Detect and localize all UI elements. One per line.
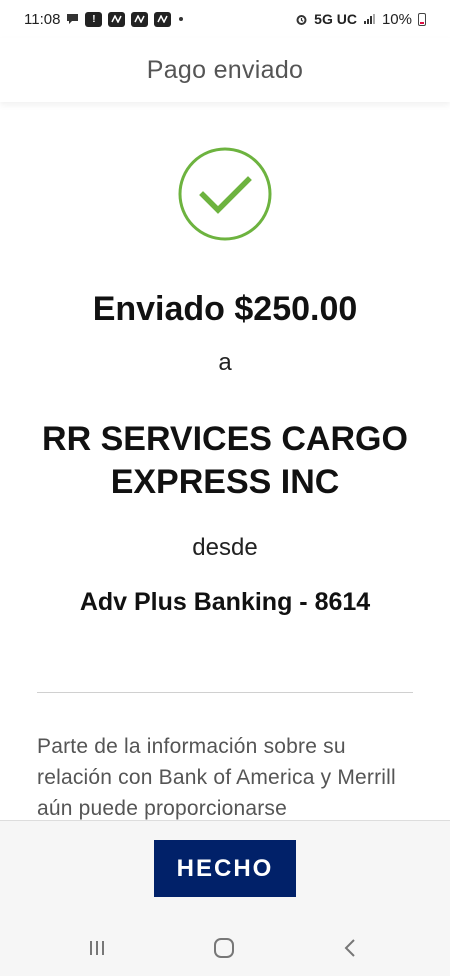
bottom-action-bar: HECHO [0, 820, 450, 920]
chat-icon [66, 13, 79, 25]
signal-icon [363, 13, 376, 25]
alarm-icon [295, 13, 308, 26]
battery-icon [418, 12, 426, 26]
app-icon [154, 11, 172, 27]
status-left: 11:08 ! [24, 10, 184, 28]
done-button[interactable]: HECHO [154, 840, 296, 897]
sent-amount: Enviado $250.00 [92, 290, 358, 328]
from-label: desde [192, 534, 258, 561]
disclaimer-text: Parte de la información sobre su relació… [37, 735, 396, 820]
app-header: Pago enviado [0, 38, 450, 102]
status-time: 11:08 [24, 10, 61, 28]
status-right: 5G UC 10% [295, 11, 426, 28]
system-nav-bar [0, 920, 450, 976]
app-icon [131, 11, 149, 27]
home-icon[interactable] [212, 936, 236, 960]
alert-icon: ! [85, 11, 103, 27]
checkmark-circle-icon [178, 147, 272, 241]
app-icon [108, 11, 126, 27]
recents-icon[interactable] [85, 936, 109, 960]
back-icon[interactable] [338, 936, 362, 960]
battery-percent: 10% [381, 10, 412, 28]
source-account: Adv Plus Banking - 8614 [79, 588, 371, 616]
more-notifications-dot [179, 17, 184, 21]
status-bar: 11:08 ! 5G UC 10% [0, 0, 450, 38]
divider [37, 692, 413, 693]
to-label: a [218, 349, 232, 376]
network-label: 5G UC [314, 11, 357, 27]
recipient-name: RR SERVICES CARGO EXPRESS INC [42, 420, 408, 501]
page-title: Pago enviado [146, 55, 304, 84]
